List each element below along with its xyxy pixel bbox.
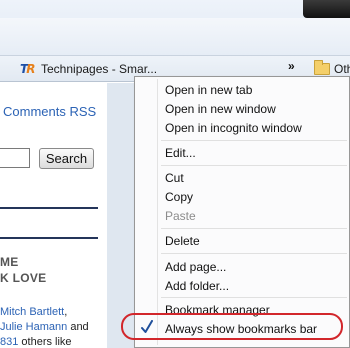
menu-item-open-incognito[interactable]: Open in incognito window	[165, 119, 302, 137]
highlight-annotation-ring	[121, 313, 343, 340]
menu-item-edit[interactable]: Edit...	[165, 144, 196, 162]
bookmark-context-menu: Open in new tab Open in new window Open …	[134, 76, 350, 348]
menu-item-copy[interactable]: Copy	[165, 188, 193, 206]
menu-separator	[161, 165, 347, 166]
menu-icon-gutter	[157, 79, 158, 345]
bookmark-technipages[interactable]: TR Technipages - Smar...	[20, 61, 157, 77]
search-button[interactable]: Search	[39, 148, 94, 169]
browser-toolbar	[0, 18, 350, 56]
user-link[interactable]: Julie Hamann	[0, 321, 67, 333]
menu-item-add-page[interactable]: Add page...	[165, 258, 226, 276]
menu-separator	[161, 253, 347, 254]
section-heading-line2: K LOVE	[0, 271, 47, 285]
menu-item-cut[interactable]: Cut	[165, 169, 184, 187]
search-input[interactable]	[0, 148, 30, 168]
menu-separator	[161, 140, 347, 141]
likes-line-3: 831 others like	[0, 336, 72, 348]
window-controls[interactable]	[303, 0, 350, 18]
likes-line-2: Julie Hamann and	[0, 321, 89, 333]
menu-item-open-new-window[interactable]: Open in new window	[165, 100, 276, 118]
section-heading-line1: ME	[0, 255, 19, 269]
others-count-link[interactable]: 831	[0, 336, 18, 348]
likes-line-1: Mitch Bartlett,	[0, 306, 68, 318]
bookmarks-overflow-chevron-icon[interactable]: »	[288, 59, 295, 73]
menu-separator	[161, 228, 347, 229]
divider	[0, 207, 98, 209]
menu-separator	[161, 297, 347, 298]
bookmark-label: Oth	[334, 62, 350, 76]
menu-item-add-folder[interactable]: Add folder...	[165, 277, 229, 295]
comments-rss-link[interactable]: Comments RSS	[3, 104, 96, 119]
menu-item-paste: Paste	[165, 209, 196, 223]
folder-icon	[314, 60, 330, 75]
menu-item-delete[interactable]: Delete	[165, 232, 200, 250]
technipages-favicon-icon: TR	[20, 62, 36, 76]
user-link[interactable]: Mitch Bartlett	[0, 306, 64, 318]
divider	[0, 237, 98, 239]
bookmark-label: Technipages - Smar...	[41, 62, 158, 76]
menu-item-open-new-tab[interactable]: Open in new tab	[165, 81, 252, 99]
bookmark-other-folder[interactable]: Oth	[314, 60, 350, 77]
